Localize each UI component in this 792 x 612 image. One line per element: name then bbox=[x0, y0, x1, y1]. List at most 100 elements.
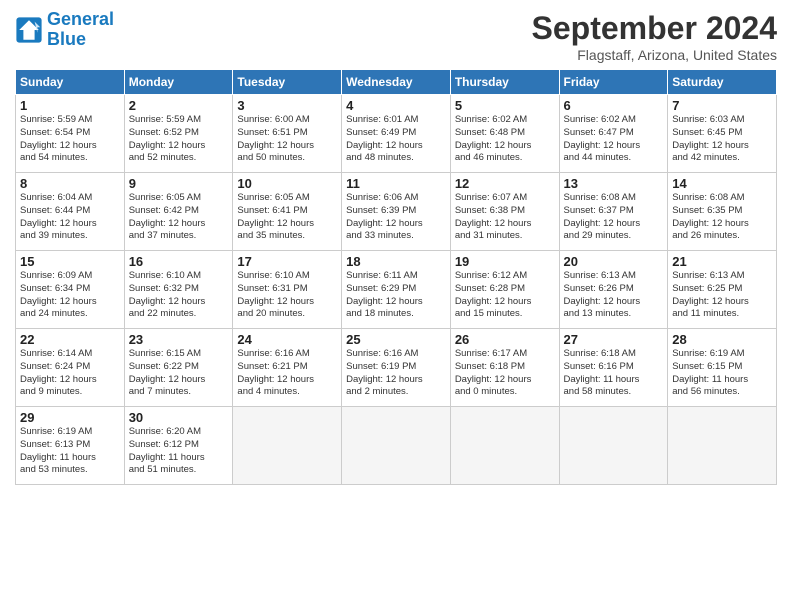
calendar-day-cell: 7 Sunrise: 6:03 AMSunset: 6:45 PMDayligh… bbox=[668, 95, 777, 173]
calendar-week-row: 29 Sunrise: 6:19 AMSunset: 6:13 PMDaylig… bbox=[16, 407, 777, 485]
day-info: Sunrise: 6:07 AMSunset: 6:38 PMDaylight:… bbox=[455, 192, 555, 243]
calendar-day-cell: 16 Sunrise: 6:10 AMSunset: 6:32 PMDaylig… bbox=[124, 251, 233, 329]
day-number: 11 bbox=[346, 176, 446, 191]
day-info: Sunrise: 6:09 AMSunset: 6:34 PMDaylight:… bbox=[20, 270, 120, 321]
day-number: 9 bbox=[129, 176, 229, 191]
day-number: 30 bbox=[129, 410, 229, 425]
day-of-week-header: Monday bbox=[124, 70, 233, 95]
day-info: Sunrise: 6:17 AMSunset: 6:18 PMDaylight:… bbox=[455, 348, 555, 399]
day-info: Sunrise: 6:19 AMSunset: 6:15 PMDaylight:… bbox=[672, 348, 772, 399]
calendar-day-cell: 3 Sunrise: 6:00 AMSunset: 6:51 PMDayligh… bbox=[233, 95, 342, 173]
day-of-week-header: Saturday bbox=[668, 70, 777, 95]
day-number: 1 bbox=[20, 98, 120, 113]
day-info: Sunrise: 6:13 AMSunset: 6:25 PMDaylight:… bbox=[672, 270, 772, 321]
calendar-day-cell bbox=[559, 407, 668, 485]
day-info: Sunrise: 6:10 AMSunset: 6:31 PMDaylight:… bbox=[237, 270, 337, 321]
day-number: 2 bbox=[129, 98, 229, 113]
day-number: 22 bbox=[20, 332, 120, 347]
day-info: Sunrise: 6:12 AMSunset: 6:28 PMDaylight:… bbox=[455, 270, 555, 321]
calendar-body: 1 Sunrise: 5:59 AMSunset: 6:54 PMDayligh… bbox=[16, 95, 777, 485]
calendar-day-cell: 29 Sunrise: 6:19 AMSunset: 6:13 PMDaylig… bbox=[16, 407, 125, 485]
calendar-day-cell: 12 Sunrise: 6:07 AMSunset: 6:38 PMDaylig… bbox=[450, 173, 559, 251]
calendar-day-cell: 18 Sunrise: 6:11 AMSunset: 6:29 PMDaylig… bbox=[342, 251, 451, 329]
day-number: 3 bbox=[237, 98, 337, 113]
day-number: 8 bbox=[20, 176, 120, 191]
calendar-day-cell bbox=[450, 407, 559, 485]
day-number: 15 bbox=[20, 254, 120, 269]
header: General Blue September 2024 Flagstaff, A… bbox=[15, 10, 777, 63]
day-info: Sunrise: 6:02 AMSunset: 6:48 PMDaylight:… bbox=[455, 114, 555, 165]
day-number: 7 bbox=[672, 98, 772, 113]
day-number: 26 bbox=[455, 332, 555, 347]
day-number: 17 bbox=[237, 254, 337, 269]
day-info: Sunrise: 6:15 AMSunset: 6:22 PMDaylight:… bbox=[129, 348, 229, 399]
calendar-day-cell: 20 Sunrise: 6:13 AMSunset: 6:26 PMDaylig… bbox=[559, 251, 668, 329]
logo-line2: Blue bbox=[47, 29, 86, 49]
logo-icon bbox=[15, 16, 43, 44]
calendar-day-cell: 28 Sunrise: 6:19 AMSunset: 6:15 PMDaylig… bbox=[668, 329, 777, 407]
main-title: September 2024 bbox=[532, 10, 777, 47]
calendar-day-cell bbox=[233, 407, 342, 485]
day-number: 25 bbox=[346, 332, 446, 347]
day-number: 20 bbox=[564, 254, 664, 269]
day-number: 29 bbox=[20, 410, 120, 425]
subtitle: Flagstaff, Arizona, United States bbox=[532, 47, 777, 63]
day-info: Sunrise: 5:59 AMSunset: 6:52 PMDaylight:… bbox=[129, 114, 229, 165]
calendar-day-cell: 14 Sunrise: 6:08 AMSunset: 6:35 PMDaylig… bbox=[668, 173, 777, 251]
calendar-week-row: 22 Sunrise: 6:14 AMSunset: 6:24 PMDaylig… bbox=[16, 329, 777, 407]
day-info: Sunrise: 6:05 AMSunset: 6:41 PMDaylight:… bbox=[237, 192, 337, 243]
day-info: Sunrise: 6:18 AMSunset: 6:16 PMDaylight:… bbox=[564, 348, 664, 399]
day-info: Sunrise: 6:08 AMSunset: 6:35 PMDaylight:… bbox=[672, 192, 772, 243]
calendar-day-cell: 23 Sunrise: 6:15 AMSunset: 6:22 PMDaylig… bbox=[124, 329, 233, 407]
day-info: Sunrise: 6:10 AMSunset: 6:32 PMDaylight:… bbox=[129, 270, 229, 321]
calendar-day-cell: 24 Sunrise: 6:16 AMSunset: 6:21 PMDaylig… bbox=[233, 329, 342, 407]
day-info: Sunrise: 6:14 AMSunset: 6:24 PMDaylight:… bbox=[20, 348, 120, 399]
day-info: Sunrise: 6:06 AMSunset: 6:39 PMDaylight:… bbox=[346, 192, 446, 243]
day-info: Sunrise: 6:01 AMSunset: 6:49 PMDaylight:… bbox=[346, 114, 446, 165]
calendar-day-cell bbox=[668, 407, 777, 485]
calendar-day-cell: 30 Sunrise: 6:20 AMSunset: 6:12 PMDaylig… bbox=[124, 407, 233, 485]
day-number: 13 bbox=[564, 176, 664, 191]
calendar-day-cell: 1 Sunrise: 5:59 AMSunset: 6:54 PMDayligh… bbox=[16, 95, 125, 173]
day-number: 16 bbox=[129, 254, 229, 269]
calendar-day-cell: 19 Sunrise: 6:12 AMSunset: 6:28 PMDaylig… bbox=[450, 251, 559, 329]
day-number: 18 bbox=[346, 254, 446, 269]
day-info: Sunrise: 6:16 AMSunset: 6:21 PMDaylight:… bbox=[237, 348, 337, 399]
calendar-week-row: 1 Sunrise: 5:59 AMSunset: 6:54 PMDayligh… bbox=[16, 95, 777, 173]
calendar-day-cell: 26 Sunrise: 6:17 AMSunset: 6:18 PMDaylig… bbox=[450, 329, 559, 407]
calendar-day-cell: 6 Sunrise: 6:02 AMSunset: 6:47 PMDayligh… bbox=[559, 95, 668, 173]
page-container: General Blue September 2024 Flagstaff, A… bbox=[0, 0, 792, 612]
day-info: Sunrise: 6:16 AMSunset: 6:19 PMDaylight:… bbox=[346, 348, 446, 399]
day-of-week-header: Friday bbox=[559, 70, 668, 95]
day-number: 19 bbox=[455, 254, 555, 269]
day-info: Sunrise: 6:20 AMSunset: 6:12 PMDaylight:… bbox=[129, 426, 229, 477]
calendar-day-cell: 25 Sunrise: 6:16 AMSunset: 6:19 PMDaylig… bbox=[342, 329, 451, 407]
calendar-day-cell: 22 Sunrise: 6:14 AMSunset: 6:24 PMDaylig… bbox=[16, 329, 125, 407]
day-info: Sunrise: 5:59 AMSunset: 6:54 PMDaylight:… bbox=[20, 114, 120, 165]
calendar-day-cell: 11 Sunrise: 6:06 AMSunset: 6:39 PMDaylig… bbox=[342, 173, 451, 251]
day-number: 12 bbox=[455, 176, 555, 191]
day-info: Sunrise: 6:04 AMSunset: 6:44 PMDaylight:… bbox=[20, 192, 120, 243]
day-number: 21 bbox=[672, 254, 772, 269]
day-number: 24 bbox=[237, 332, 337, 347]
logo: General Blue bbox=[15, 10, 114, 50]
day-number: 14 bbox=[672, 176, 772, 191]
logo-line1: General bbox=[47, 9, 114, 29]
day-info: Sunrise: 6:08 AMSunset: 6:37 PMDaylight:… bbox=[564, 192, 664, 243]
calendar-day-cell: 13 Sunrise: 6:08 AMSunset: 6:37 PMDaylig… bbox=[559, 173, 668, 251]
day-info: Sunrise: 6:03 AMSunset: 6:45 PMDaylight:… bbox=[672, 114, 772, 165]
calendar-day-cell: 4 Sunrise: 6:01 AMSunset: 6:49 PMDayligh… bbox=[342, 95, 451, 173]
day-of-week-header: Wednesday bbox=[342, 70, 451, 95]
calendar-day-cell: 27 Sunrise: 6:18 AMSunset: 6:16 PMDaylig… bbox=[559, 329, 668, 407]
day-number: 4 bbox=[346, 98, 446, 113]
day-of-week-header: Thursday bbox=[450, 70, 559, 95]
calendar-day-cell: 10 Sunrise: 6:05 AMSunset: 6:41 PMDaylig… bbox=[233, 173, 342, 251]
calendar-day-cell: 5 Sunrise: 6:02 AMSunset: 6:48 PMDayligh… bbox=[450, 95, 559, 173]
day-number: 10 bbox=[237, 176, 337, 191]
calendar-week-row: 15 Sunrise: 6:09 AMSunset: 6:34 PMDaylig… bbox=[16, 251, 777, 329]
day-number: 23 bbox=[129, 332, 229, 347]
day-info: Sunrise: 6:11 AMSunset: 6:29 PMDaylight:… bbox=[346, 270, 446, 321]
days-of-week-row: SundayMondayTuesdayWednesdayThursdayFrid… bbox=[16, 70, 777, 95]
calendar-day-cell: 15 Sunrise: 6:09 AMSunset: 6:34 PMDaylig… bbox=[16, 251, 125, 329]
day-of-week-header: Sunday bbox=[16, 70, 125, 95]
